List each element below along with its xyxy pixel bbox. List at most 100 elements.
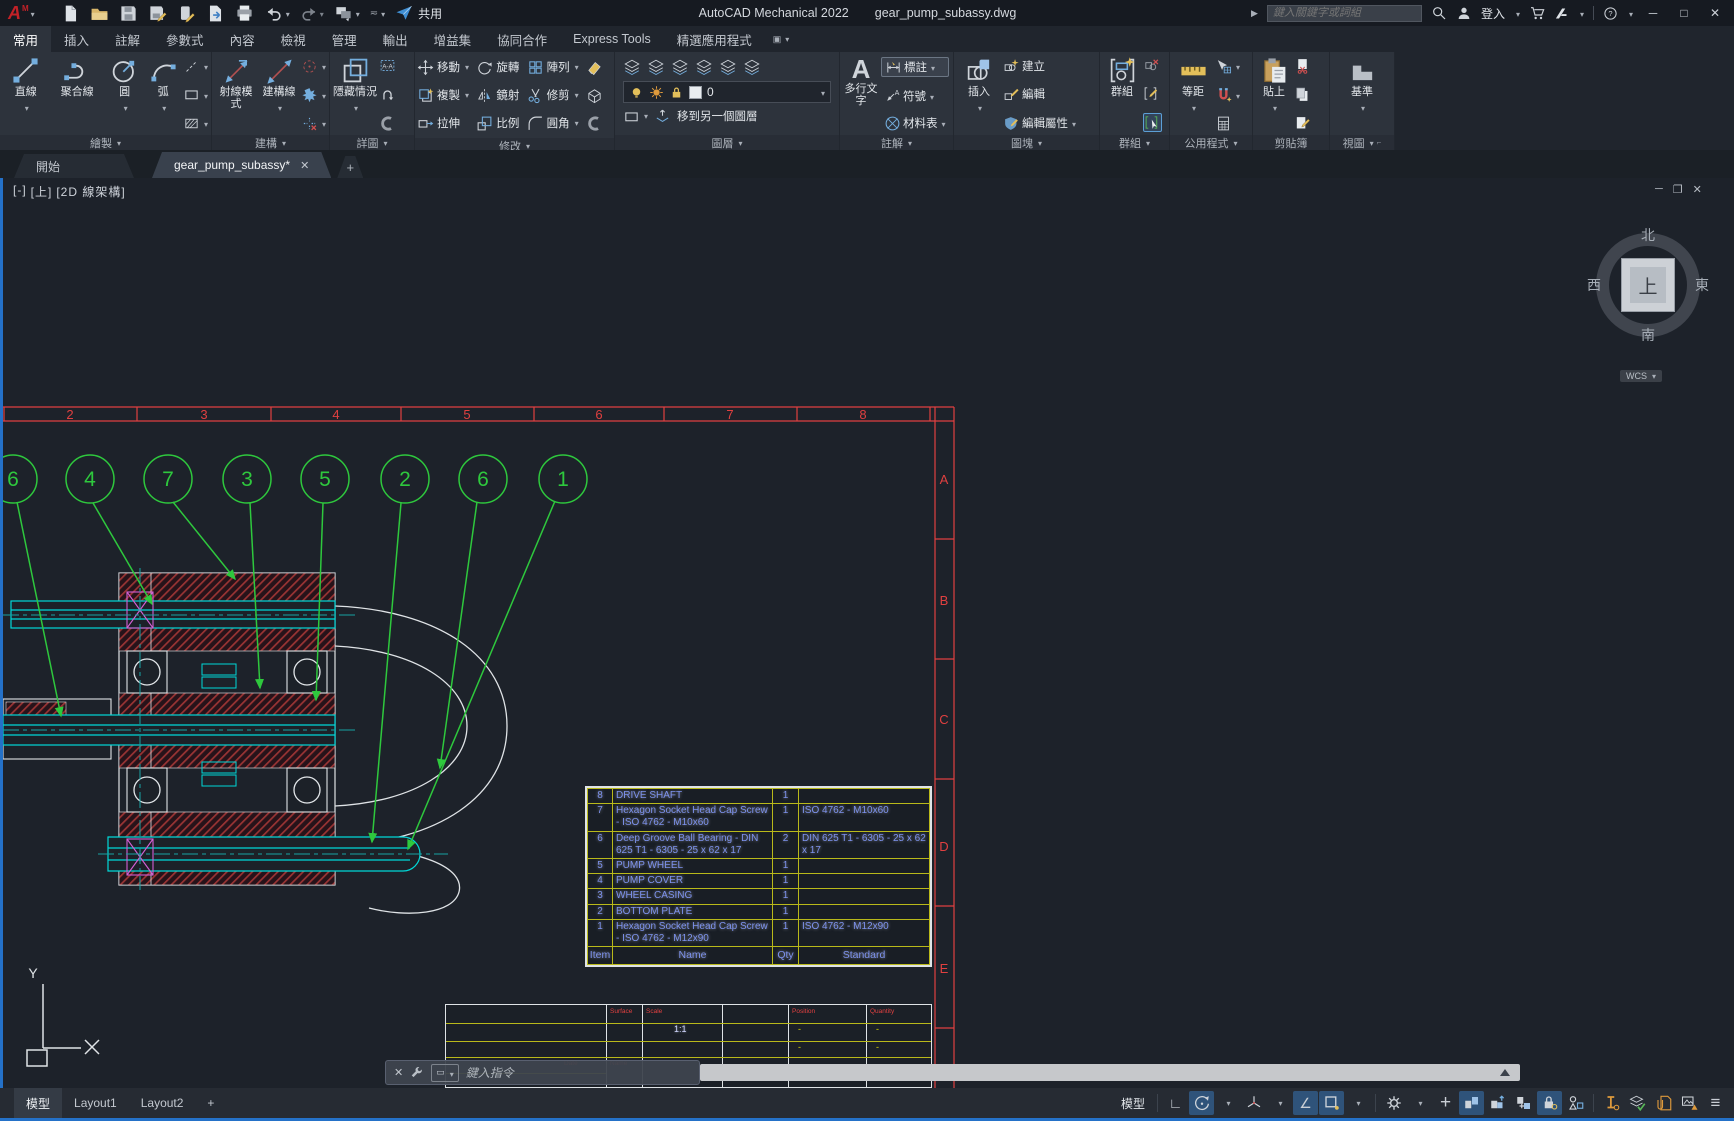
panel-construction-label-bar[interactable]: 建構 [212,135,329,150]
array-button[interactable]: 陣列 [527,54,579,80]
viewcube-north[interactable]: 北 [1641,225,1655,245]
circle-button[interactable]: 圓 [106,54,144,135]
command-prompt-text[interactable]: 鍵入指令 [466,1064,514,1081]
section-view-button[interactable] [379,57,396,74]
file-tab-drawing[interactable]: gear_pump_subassy*✕ [152,152,331,178]
rotate-button[interactable]: 旋轉 [476,54,519,80]
mirror-button[interactable]: 鏡射 [476,82,519,108]
isolate-objects-icon[interactable] [1563,1091,1588,1115]
layer-selector[interactable]: 0 [623,81,831,103]
copy-clip-button[interactable] [1294,86,1311,103]
table-row[interactable]: 1Hexagon Socket Head Cap Screw - ISO 476… [588,919,930,946]
tab-parametric[interactable]: 參數式 [153,26,217,52]
model-paper-toggle[interactable]: 模型 [1114,1091,1152,1115]
move-to-layer-icon[interactable] [654,108,671,125]
annotation-monitor-icon[interactable] [1599,1091,1624,1115]
quick-select-button[interactable] [1215,57,1240,75]
object-snap-caret-icon[interactable] [1345,1091,1370,1115]
auto-construction-caret-icon[interactable] [320,86,326,104]
ucs-icon[interactable]: Y [27,965,99,1066]
rectangle-button[interactable] [183,86,208,104]
save-button[interactable] [119,4,138,23]
copy-caret-icon[interactable] [463,89,469,101]
paste-caret-icon[interactable] [1271,98,1277,116]
autodesk-a-icon[interactable] [1554,6,1569,21]
ribbon-collapse-caret-icon[interactable] [783,34,789,44]
help-caret-icon[interactable] [1627,4,1633,22]
drawing-canvas[interactable]: [-] [上] [2D 線架構] ─ ❐ ✕ 2 3 4 5 6 7 8 A B [0,178,1734,1088]
mtext-button[interactable]: A多行文字 [843,54,879,135]
panel-view-caret-icon[interactable] [1368,137,1374,149]
viewcube-west[interactable]: 西 [1587,275,1601,295]
selection-cycling-icon[interactable] [1459,1091,1484,1115]
tab-addins[interactable]: 增益集 [421,26,485,52]
panel-layers-label-bar[interactable]: 圖層 [615,135,839,150]
circle-caret-icon[interactable] [122,98,128,116]
block-edit-button[interactable]: 編輯 [1003,86,1076,103]
horizontal-scrollbar[interactable] [700,1064,1520,1081]
dimension-button[interactable]: 標註 [881,57,949,77]
help-icon[interactable] [1603,6,1618,21]
app-menu-button[interactable]: A M [8,4,35,22]
minimize-button[interactable]: ─ [1642,6,1664,20]
lock-ui-icon[interactable] [1537,1091,1562,1115]
table-row[interactable]: 7Hexagon Socket Head Cap Screw - ISO 476… [588,804,930,831]
search-input[interactable] [1267,5,1422,22]
autodesk-caret-icon[interactable] [1578,4,1584,22]
tab-annotate[interactable]: 註解 [102,26,153,52]
user-icon[interactable] [1456,5,1472,21]
panel-utilities-caret-icon[interactable] [1231,137,1237,149]
panel-group-label-bar[interactable]: 群組 [1100,135,1169,150]
layer-state-icon[interactable] [647,58,665,76]
pump-assembly-section[interactable] [3,568,507,913]
viewcube-south[interactable]: 南 [1641,325,1655,345]
edit-attributes-button[interactable]: 編輯屬性 [1003,114,1076,132]
ortho-mode-icon[interactable]: ∟ [1163,1091,1188,1115]
search-icon[interactable] [1431,5,1447,21]
open-from-web-mobile-button[interactable] [206,4,225,23]
construction-circle-button[interactable] [301,57,326,75]
block-create-button[interactable]: 建立 [1003,57,1076,74]
hatch-caret-icon[interactable] [202,114,208,132]
layer-selector-caret-icon[interactable] [819,85,825,99]
tab-express-tools[interactable]: Express Tools [560,26,664,52]
app-store-cart-icon[interactable] [1529,5,1545,21]
symbol-caret-icon[interactable] [928,87,934,105]
table-row[interactable]: 5PUMP WHEEL1 [588,858,930,873]
arc-button[interactable]: 弧 [145,54,181,135]
group-edit-button[interactable] [1143,85,1162,102]
fillet-caret-icon[interactable] [573,117,579,129]
bom-button[interactable]: 材料表 [881,114,949,132]
command-customize-wrench-icon[interactable] [410,1066,424,1080]
group-button[interactable]: 群組 [1103,54,1141,135]
command-close-icon[interactable]: ✕ [394,1066,403,1079]
power-snap-caret-icon[interactable] [1234,86,1240,104]
tab-content[interactable]: 內容 [217,26,268,52]
insert-block-button[interactable]: 插入 [957,54,1001,135]
table-row[interactable]: 2BOTTOM PLATE1 [588,904,930,919]
viewcube-east[interactable]: 東 [1695,275,1709,295]
erase-button[interactable] [586,54,612,80]
tab-collaborate[interactable]: 協同合作 [484,26,560,52]
move-button[interactable]: 移動 [417,54,469,80]
erase-construction-button[interactable] [301,114,326,132]
insert-block-caret-icon[interactable] [976,98,982,116]
line-caret-icon[interactable] [23,98,29,116]
ungroup-button[interactable] [1143,57,1162,74]
tab-output[interactable]: 輸出 [370,26,421,52]
crosshair-icon[interactable]: + [1433,1091,1458,1115]
layer-color-swatch[interactable] [689,86,702,99]
fillet-button[interactable]: 圓角 [527,110,579,136]
object-snap-tracking-icon[interactable]: ∠ [1293,1091,1318,1115]
wcs-selector[interactable]: WCS [1620,370,1662,382]
table-row[interactable]: 8DRIVE SHAFT1 [588,789,930,804]
signin-caret-icon[interactable] [1514,4,1520,22]
viewcube[interactable]: 北 南 西 東 上 [1588,225,1708,345]
object-snap-icon[interactable] [1319,1091,1344,1115]
cut-button[interactable] [1294,57,1311,74]
layer-isolate-icon[interactable] [671,58,689,76]
construction-line-caret-icon[interactable] [276,98,282,116]
isometric-caret-icon[interactable] [1267,1091,1292,1115]
undo-caret-icon[interactable] [284,4,290,22]
workspace-switch-button[interactable] [334,4,360,23]
